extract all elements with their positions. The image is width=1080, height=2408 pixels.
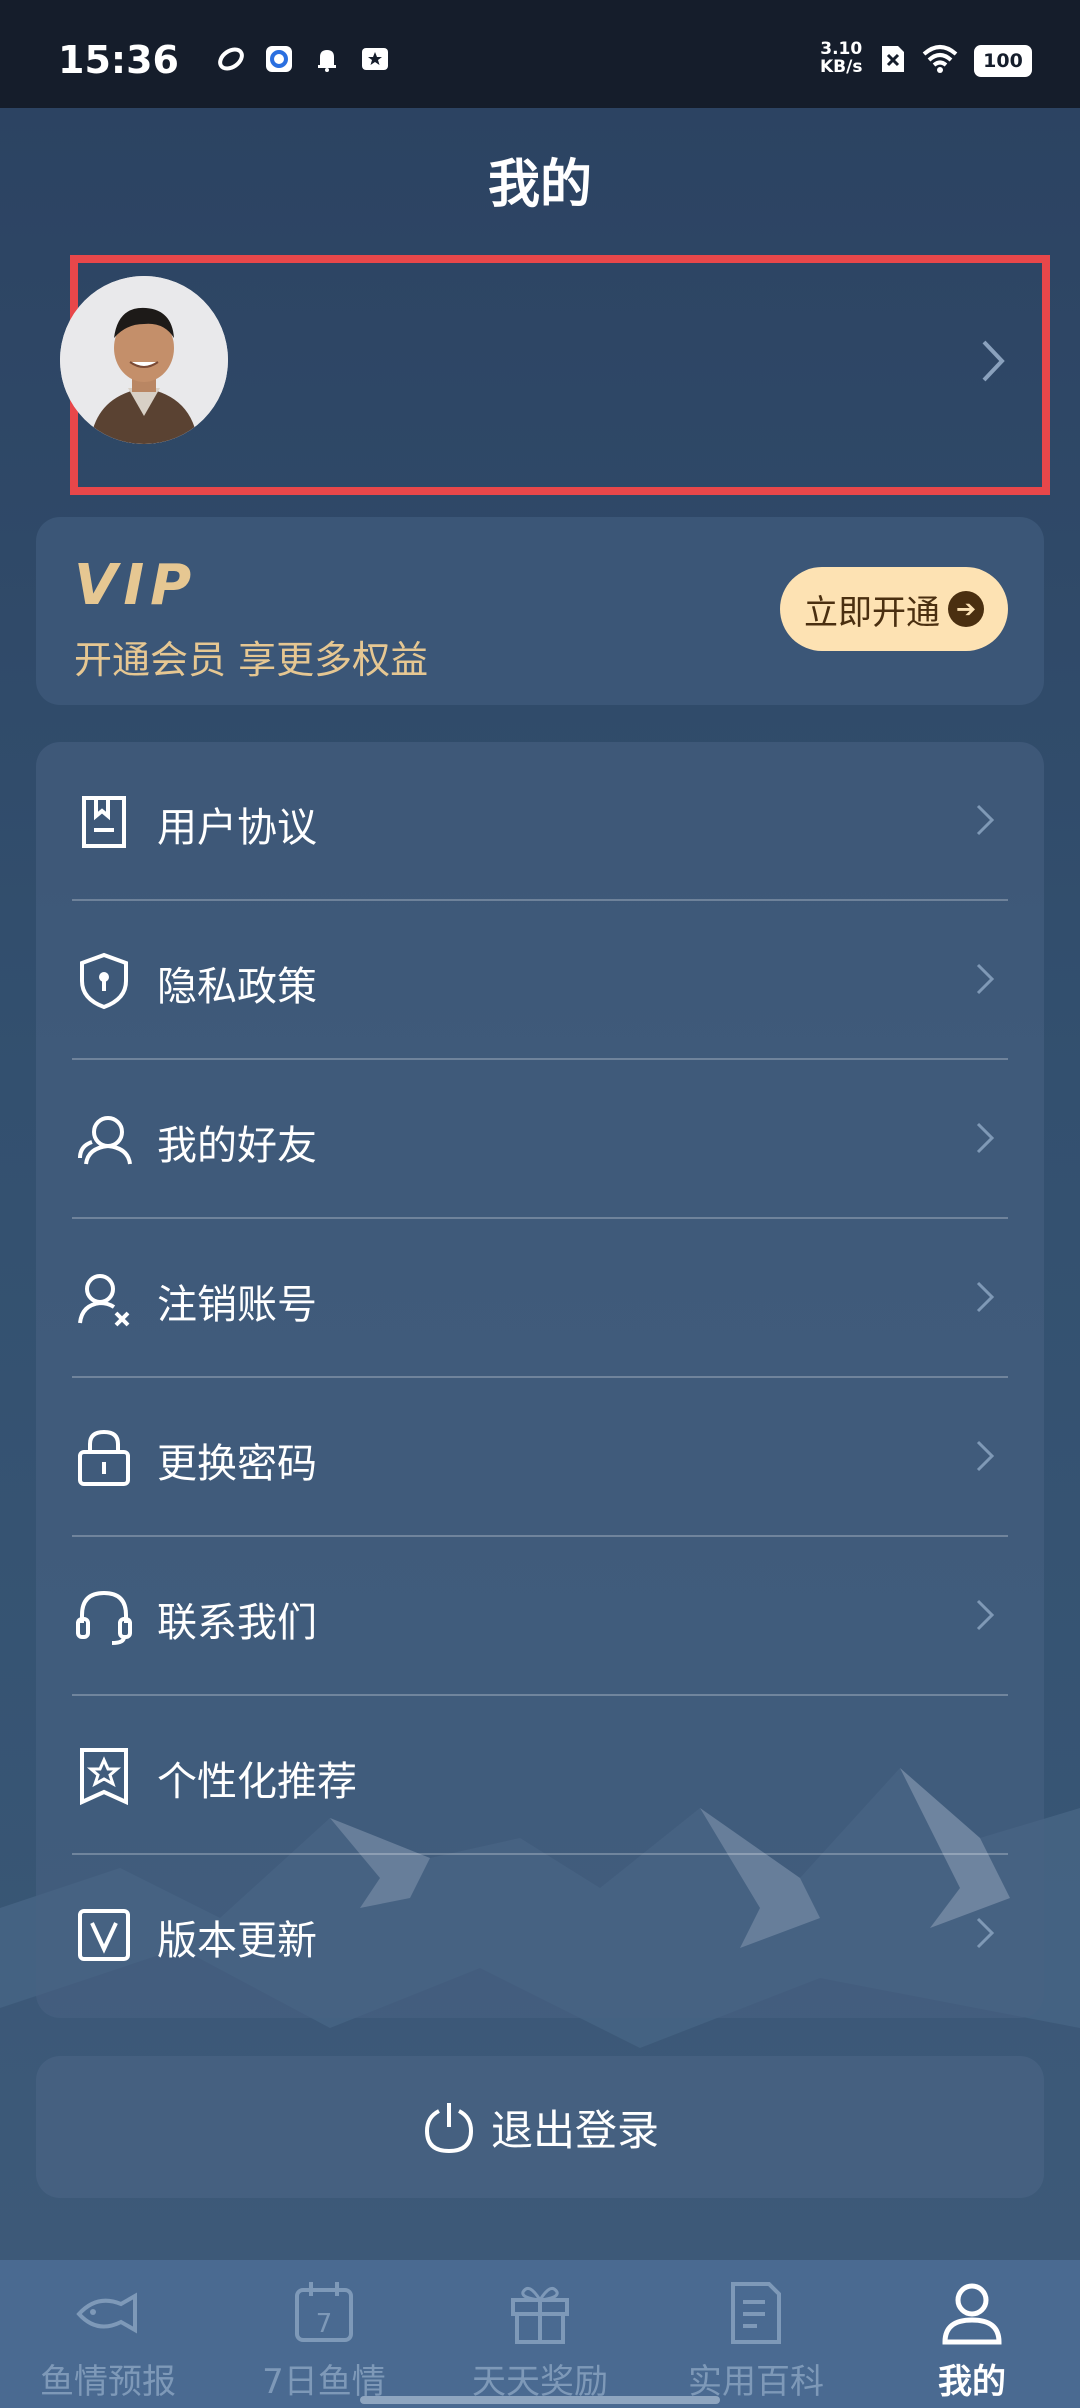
sim-off-icon	[880, 44, 906, 78]
home-indicator[interactable]	[360, 2396, 720, 2404]
document-icon	[731, 2282, 781, 2344]
lock-icon	[78, 1429, 130, 1486]
profile-chevron-icon	[982, 340, 1005, 382]
chevron-right-icon	[976, 804, 995, 836]
page-title: 我的	[487, 155, 592, 215]
vip-open-button[interactable]: 立即开通 ➔	[780, 567, 1008, 651]
menu-item-label: 用户协议	[157, 805, 317, 851]
gift-icon	[511, 2286, 569, 2344]
profile-icon	[942, 2283, 1002, 2345]
calendar-7-icon: 7	[295, 2282, 353, 2342]
recommend-icon	[80, 1748, 128, 1806]
menu-item-label: 更换密码	[157, 1441, 317, 1487]
menu-item-label: 联系我们	[157, 1600, 317, 1646]
vip-open-button-label: 立即开通	[804, 592, 940, 633]
menu-item-change-password[interactable]: 更换密码	[36, 1378, 1044, 1537]
friends-icon	[78, 1116, 132, 1165]
tab-label: 我的	[938, 2362, 1006, 2402]
power-icon	[424, 2103, 473, 2154]
svg-text:7: 7	[316, 2309, 333, 2339]
net-speed-unit: KB/s	[820, 57, 863, 77]
version-icon	[78, 1909, 130, 1961]
status-time: 15:36	[58, 38, 179, 82]
tab-7-day[interactable]: 7 7日鱼情	[216, 2260, 432, 2408]
avatar[interactable]	[60, 276, 228, 444]
tab-label: 鱼情预报	[40, 2362, 176, 2402]
delete-account-icon	[78, 1274, 130, 1327]
menu-item-privacy-policy[interactable]: 隐私政策	[36, 901, 1044, 1060]
agreement-icon	[82, 796, 126, 848]
vip-logo: VIP	[74, 553, 198, 618]
menu-item-label: 个性化推荐	[157, 1759, 357, 1805]
tab-encyclopedia[interactable]: 实用百科	[648, 2260, 864, 2408]
logout-button[interactable]: 退出登录	[36, 2056, 1044, 2198]
status-bar: 15:36 3.10 KB/s 100	[0, 0, 1080, 108]
chevron-right-icon	[976, 1599, 995, 1631]
star-message-icon	[360, 44, 390, 74]
menu-item-delete-account[interactable]: 注销账号	[36, 1219, 1044, 1378]
network-speed: 3.10 KB/s	[820, 40, 862, 76]
chevron-right-icon	[976, 1917, 995, 1949]
menu-item-personalized-recommendation[interactable]: 个性化推荐	[36, 1696, 1044, 1855]
menu-item-label: 我的好友	[157, 1123, 317, 1169]
menu-item-version-update[interactable]: 版本更新	[36, 1855, 1044, 2014]
chevron-right-icon	[976, 1440, 995, 1472]
app-badge-icon	[264, 44, 294, 74]
fish-icon	[76, 2292, 137, 2334]
status-right-icons: 100	[880, 44, 1032, 78]
vip-card[interactable]: VIP 开通会员 享更多权益 立即开通 ➔	[36, 517, 1044, 705]
chevron-right-icon	[976, 1281, 995, 1313]
menu-item-label: 注销账号	[157, 1282, 317, 1328]
tab-fish-forecast[interactable]: 鱼情预报	[0, 2260, 216, 2408]
bell-icon	[312, 44, 342, 74]
settings-menu: 用户协议 隐私政策 我的好友 注销账号 更换密码 联系我们 个性化推荐 版本更新	[36, 742, 1044, 2018]
privacy-shield-icon	[80, 952, 128, 1010]
menu-item-label: 隐私政策	[157, 964, 317, 1010]
app-notification-icon	[216, 44, 246, 74]
menu-item-contact-us[interactable]: 联系我们	[36, 1537, 1044, 1696]
bottom-tab-bar: 鱼情预报 7 7日鱼情 天天奖励 实用百科 我的	[0, 2260, 1080, 2408]
chevron-right-icon	[976, 963, 995, 995]
headset-icon	[76, 1590, 132, 1645]
net-speed-value: 3.10	[820, 39, 863, 59]
menu-item-user-agreement[interactable]: 用户协议	[36, 742, 1044, 901]
wifi-icon	[922, 44, 958, 78]
menu-item-my-friends[interactable]: 我的好友	[36, 1060, 1044, 1219]
status-notification-icons	[216, 44, 390, 74]
vip-subtitle: 开通会员 享更多权益	[74, 638, 429, 682]
tab-mine[interactable]: 我的	[864, 2260, 1080, 2408]
chevron-right-icon	[976, 1122, 995, 1154]
arrow-right-circle-icon: ➔	[948, 591, 984, 627]
battery-indicator: 100	[974, 45, 1032, 77]
logout-label: 退出登录	[490, 2105, 659, 2155]
tab-daily-rewards[interactable]: 天天奖励	[432, 2260, 648, 2408]
menu-item-label: 版本更新	[157, 1918, 317, 1964]
